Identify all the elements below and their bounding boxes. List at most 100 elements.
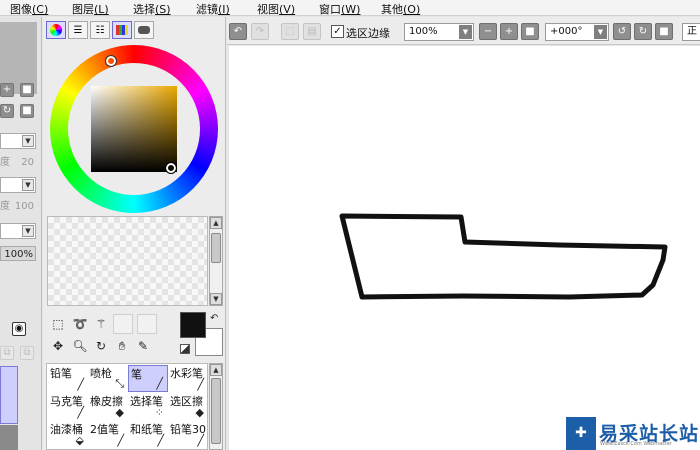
redo-icon[interactable]: ↷ xyxy=(251,23,269,40)
scroll-up-icon[interactable]: ▲ xyxy=(210,364,222,376)
rotate-left-icon[interactable]: ↺ xyxy=(613,23,631,40)
menu-layer[interactable]: 图层(L) xyxy=(72,1,109,17)
brush-label: 笔 xyxy=(131,368,142,381)
chevron-down-icon: ▼ xyxy=(22,179,34,191)
zoom-reset-icon[interactable]: ■ xyxy=(521,23,539,40)
layer-mode-select[interactable]: ▼ xyxy=(0,223,36,239)
bucket-icon: ⬙ xyxy=(75,434,84,447)
strength-field[interactable]: 度 100 xyxy=(0,199,36,214)
rect-select-icon[interactable]: ⬚ xyxy=(49,315,67,333)
display-mode-select[interactable]: 正 xyxy=(682,23,700,41)
layer-item[interactable] xyxy=(0,425,18,450)
blend-mode-select[interactable]: ▼ xyxy=(0,133,36,149)
menu-filter[interactable]: 滤镜(I) xyxy=(196,1,230,17)
tab-scratchpad[interactable] xyxy=(134,21,154,39)
deselect-icon[interactable]: ⬚ xyxy=(281,23,299,40)
brush-select-pen[interactable]: 选择笔 ⁘ xyxy=(128,393,168,420)
density-field[interactable]: 度 20 xyxy=(0,155,36,170)
rotation-value: +000° xyxy=(550,26,583,37)
tab-rgb-sliders[interactable]: ☰ xyxy=(68,21,88,39)
menu-select[interactable]: 选择(S) xyxy=(133,1,171,17)
opacity-field[interactable]: 100% xyxy=(0,246,36,261)
move-icon[interactable]: ✥ xyxy=(49,337,67,355)
menu-window[interactable]: 窗口(W) xyxy=(319,1,360,17)
reset-colors-icon[interactable] xyxy=(180,344,190,354)
square-icon[interactable]: ■ xyxy=(20,83,34,97)
pen-icon: ╱ xyxy=(156,377,163,390)
layer-mask-icon[interactable]: ◉ xyxy=(12,322,26,336)
rotate-view-icon[interactable]: ↻ xyxy=(92,337,110,355)
menu-key: (V) xyxy=(279,3,296,16)
brush-airbrush[interactable]: 喷枪 ⤡ xyxy=(88,365,128,392)
brush-bucket[interactable]: 油漆桶 ⬙ xyxy=(48,421,88,448)
scroll-thumb[interactable] xyxy=(211,233,221,263)
zoom-select[interactable]: 100% ▼ xyxy=(404,23,474,41)
sliders-icon: ☷ xyxy=(95,24,105,36)
brush-select-eraser[interactable]: 选区擦 ◆ xyxy=(168,393,208,420)
brush-paper-pen[interactable]: 和纸笔 ╱ xyxy=(128,421,168,448)
scroll-thumb[interactable] xyxy=(211,378,221,444)
lasso-icon[interactable]: ➰ xyxy=(71,315,89,333)
brush-pencil30[interactable]: 铅笔30 ╱ xyxy=(168,421,208,448)
menu-key: (I) xyxy=(218,3,230,16)
field-label: 度 xyxy=(0,157,10,168)
zoom-in-icon[interactable]: + xyxy=(500,23,518,40)
plus-icon[interactable]: + xyxy=(0,83,14,97)
field-value: 20 xyxy=(21,157,34,168)
brush-eraser[interactable]: 橡皮擦 ◆ xyxy=(88,393,128,420)
selection-edge-label: 选区边缘 xyxy=(346,27,390,40)
sliders-icon: ☰ xyxy=(73,24,83,36)
binary-pen-icon: ╱ xyxy=(117,434,124,447)
undo-icon[interactable]: ↶ xyxy=(229,23,247,40)
drawing-canvas[interactable] xyxy=(229,46,700,450)
color-marker[interactable] xyxy=(165,162,177,174)
menu-other[interactable]: 其他(O) xyxy=(381,1,420,17)
saturation-value-square[interactable] xyxy=(91,86,177,172)
rotation-select[interactable]: +000° ▼ xyxy=(545,23,609,41)
foreground-color-top[interactable] xyxy=(180,312,206,338)
texture-select[interactable]: ▼ xyxy=(0,177,36,193)
marker-icon: ╱ xyxy=(77,406,84,419)
rotate-right-icon[interactable]: ↻ xyxy=(634,23,652,40)
canvas-toolbar: ↶ ↷ ⬚ ▤ ✓ 选区边缘 100% ▼ − + ■ +000° ▼ ↺ ↻ ■ … xyxy=(227,17,700,45)
scroll-down-icon[interactable]: ▼ xyxy=(210,293,222,305)
menu-label: 窗口 xyxy=(319,3,341,16)
scroll-up-icon[interactable]: ▲ xyxy=(210,217,222,229)
chevron-down-icon: ▼ xyxy=(594,25,607,39)
selection-edge-checkbox[interactable]: ✓ xyxy=(331,25,344,38)
eraser-icon: ◆ xyxy=(115,406,124,419)
menu-image[interactable]: 图像(C) xyxy=(10,1,48,17)
layer-item-selected[interactable] xyxy=(0,366,18,424)
brush-pencil[interactable]: 铅笔 ╱ xyxy=(48,365,88,392)
brush-watercolor[interactable]: 水彩笔 ╱ xyxy=(168,365,208,392)
brush-marker[interactable]: 马克笔 ╱ xyxy=(48,393,88,420)
brush-scrollbar[interactable]: ▲ xyxy=(209,363,223,450)
layer-merge-icon[interactable]: ⧉ xyxy=(20,346,34,360)
invert-selection-icon[interactable]: ▤ xyxy=(303,23,321,40)
scratch-pad[interactable] xyxy=(47,216,208,306)
hue-marker[interactable] xyxy=(105,55,117,67)
brush-pen[interactable]: 笔 ╱ xyxy=(128,365,168,392)
eyedropper-icon[interactable]: ✎ xyxy=(134,337,152,355)
magic-wand-icon[interactable]: ⚚ xyxy=(92,315,110,333)
tab-hsv-sliders[interactable]: ☷ xyxy=(90,21,110,39)
rotate-icon[interactable]: ↻ xyxy=(0,104,14,118)
tab-color-wheel[interactable] xyxy=(46,21,66,39)
menu-view[interactable]: 视图(V) xyxy=(257,1,295,17)
scratch-scrollbar[interactable]: ▲ ▼ xyxy=(209,216,223,306)
field-value: 100% xyxy=(4,249,33,260)
brush-binary-pen[interactable]: 2值笔 ╱ xyxy=(88,421,128,448)
tab-swatches[interactable] xyxy=(112,21,132,39)
layer-copy-icon[interactable]: ⧉ xyxy=(0,346,14,360)
field-value: 100 xyxy=(14,201,34,212)
menubar: 图像(C) 图层(L) 选择(S) 滤镜(I) 视图(V) 窗口(W) 其他(O… xyxy=(0,0,700,16)
zoom-icon[interactable]: 🔍︎ xyxy=(71,337,89,355)
brush-label: 喷枪 xyxy=(90,367,112,380)
stop-icon[interactable]: ■ xyxy=(20,104,34,118)
menu-key: (O) xyxy=(403,3,421,16)
color-wheel[interactable] xyxy=(50,45,218,213)
hand-icon[interactable]: ✋︎ xyxy=(113,337,131,355)
zoom-out-icon[interactable]: − xyxy=(479,23,497,40)
rotate-reset-icon[interactable]: ■ xyxy=(655,23,673,40)
swap-colors-icon[interactable]: ↶ xyxy=(210,313,218,324)
